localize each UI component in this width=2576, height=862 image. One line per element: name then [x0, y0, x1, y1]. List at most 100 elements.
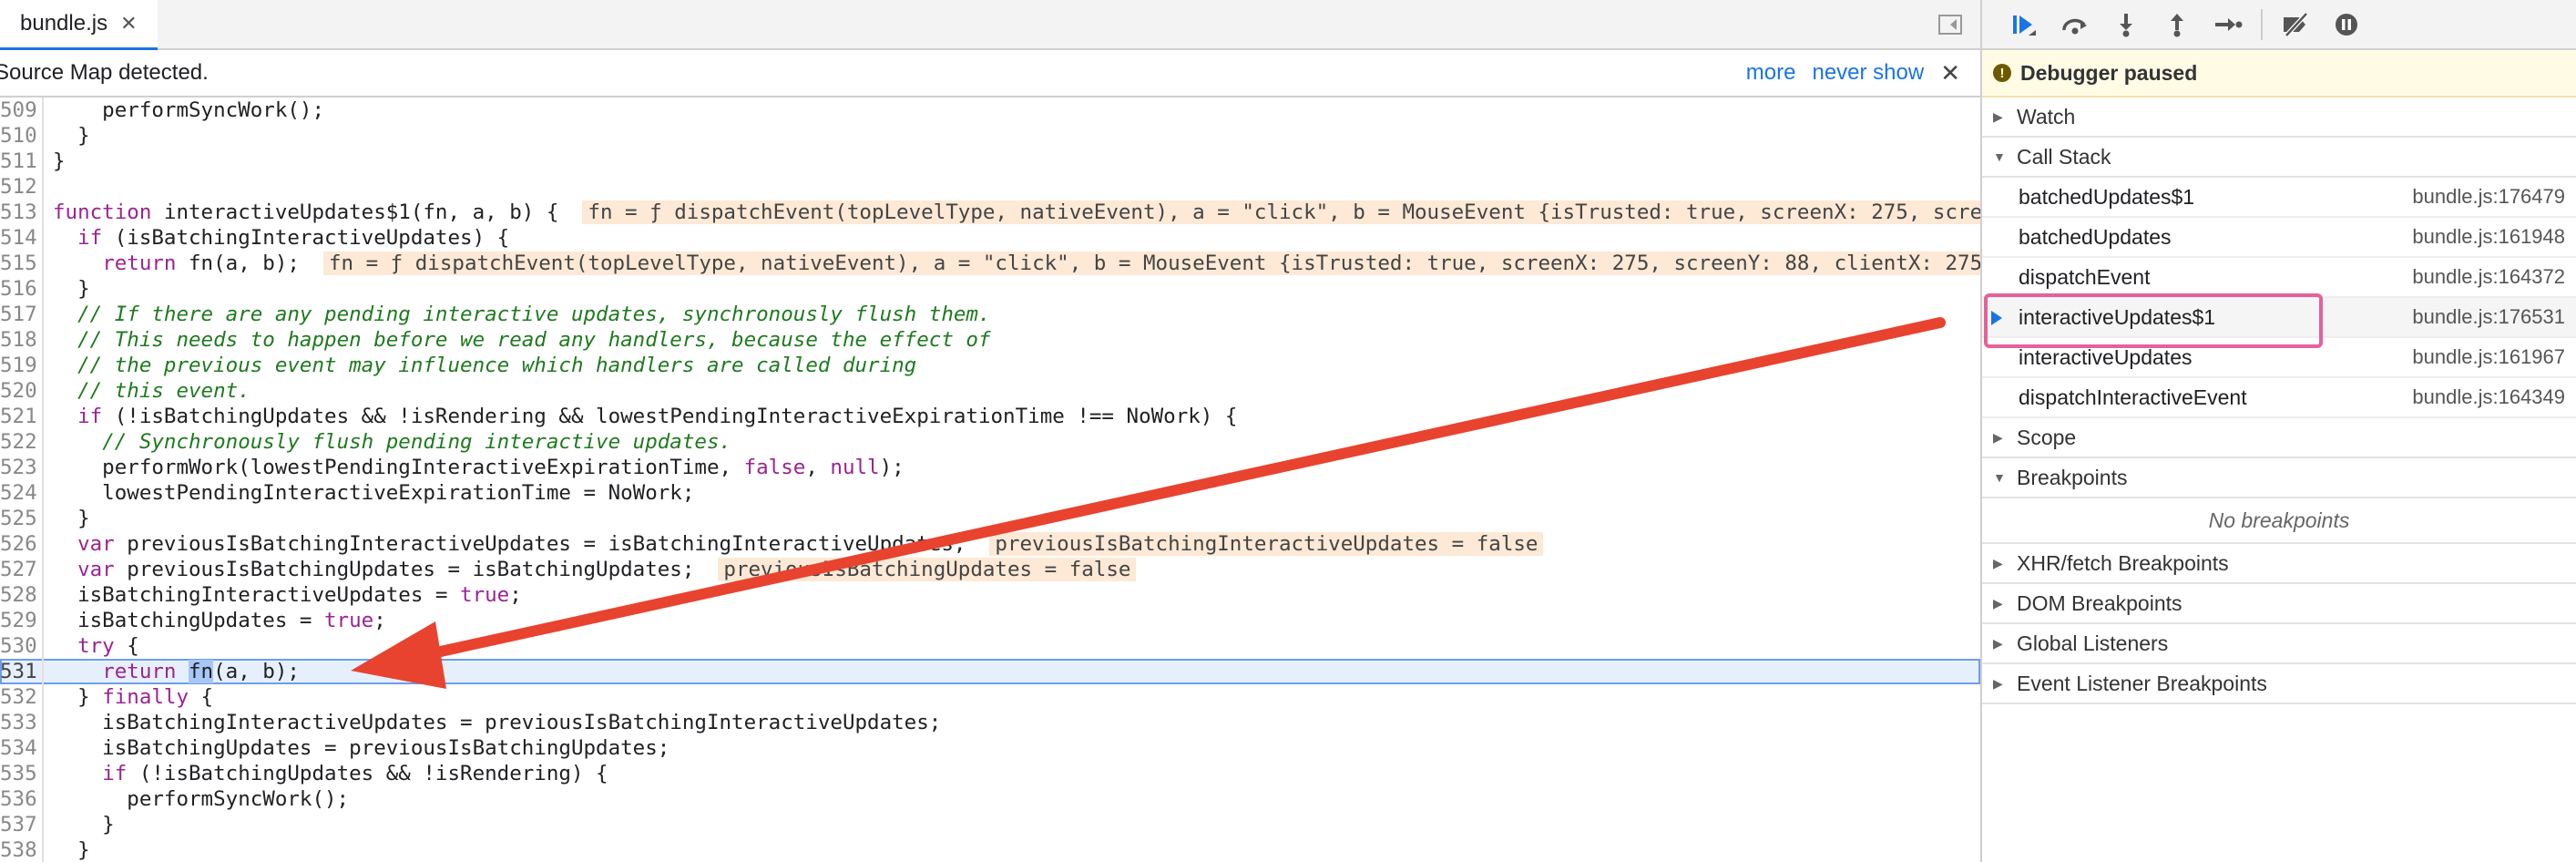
line-number[interactable]: 513: [0, 200, 37, 225]
event-listener-breakpoints-header[interactable]: ▶ Event Listener Breakpoints: [1982, 664, 2576, 704]
line-number[interactable]: 530: [0, 633, 37, 659]
line-number[interactable]: 523: [0, 455, 37, 480]
line-number[interactable]: 524: [0, 480, 37, 506]
step-icon[interactable]: [2203, 6, 2254, 43]
expanded-triangle-icon: ▼: [1993, 149, 2006, 164]
line-number[interactable]: 516: [0, 276, 37, 302]
frame-location-link[interactable]: bundle.js:161948: [2412, 225, 2565, 249]
code-line[interactable]: 524 lowestPendingInteractiveExpirationTi…: [0, 480, 1980, 506]
code-line[interactable]: 536 performSyncWork();: [0, 786, 1980, 812]
call-frame[interactable]: batchedUpdates bundle.js:161948: [1982, 218, 2576, 258]
code-view[interactable]: 509 performSyncWork(); 510 } 511} 512 513 fun…: [0, 97, 1980, 862]
more-link[interactable]: more: [1746, 60, 1796, 86]
line-number[interactable]: 525: [0, 506, 37, 531]
code-line[interactable]: 535 if (!isBatchingUpdates && !isRenderi…: [0, 761, 1980, 786]
code-text: }: [53, 124, 90, 148]
line-number[interactable]: 537: [0, 812, 37, 837]
code-line[interactable]: 509 performSyncWork();: [0, 97, 1980, 123]
line-number[interactable]: 521: [0, 404, 37, 429]
never-show-link[interactable]: never show: [1812, 60, 1924, 86]
scope-header[interactable]: ▶ Scope: [1982, 418, 2576, 458]
code-line[interactable]: 525 }: [0, 506, 1980, 531]
line-number[interactable]: 527: [0, 557, 37, 582]
line-number[interactable]: 538: [0, 837, 37, 862]
paused-label: Debugger paused: [2020, 60, 2198, 85]
line-number[interactable]: 514: [0, 225, 37, 251]
frame-location-link[interactable]: bundle.js:176479: [2412, 185, 2565, 209]
code-line[interactable]: 510 }: [0, 123, 1980, 149]
line-number[interactable]: 512: [0, 174, 37, 200]
line-number[interactable]: 533: [0, 710, 37, 735]
code-line[interactable]: 512: [0, 174, 1980, 200]
call-frame[interactable]: interactiveUpdates bundle.js:161967: [1982, 338, 2576, 378]
toggle-navigator-icon[interactable]: [1938, 15, 1962, 35]
code-line[interactable]: 523 performWork(lowestPendingInteractive…: [0, 455, 1980, 480]
frame-location-link[interactable]: bundle.js:176531: [2412, 305, 2565, 329]
tab-close-icon[interactable]: ✕: [120, 12, 137, 36]
code-line[interactable]: 515 return fn(a, b); fn = ƒ dispatchEvent…: [0, 251, 1980, 276]
line-number[interactable]: 536: [0, 786, 37, 812]
code-line[interactable]: 533 isBatchingInteractiveUpdates = previ…: [0, 710, 1980, 735]
code-line[interactable]: 517 // If there are any pending interact…: [0, 302, 1980, 327]
code-line[interactable]: 520 // this event.: [0, 378, 1980, 404]
tab-bundle-js[interactable]: bundle.js ✕: [0, 0, 158, 50]
line-number[interactable]: 519: [0, 353, 37, 378]
line-number[interactable]: 534: [0, 735, 37, 761]
code-line[interactable]: 521 if (!isBatchingUpdates && !isRenderi…: [0, 404, 1980, 429]
code-line[interactable]: 516 }: [0, 276, 1980, 302]
xhr-breakpoints-header[interactable]: ▶ XHR/fetch Breakpoints: [1982, 544, 2576, 584]
line-number[interactable]: 531: [0, 659, 37, 684]
step-out-icon[interactable]: [2152, 6, 2203, 43]
line-number[interactable]: 526: [0, 531, 37, 557]
line-number[interactable]: 522: [0, 429, 37, 455]
call-frame[interactable]: dispatchInteractiveEvent bundle.js:164349: [1982, 378, 2576, 418]
frame-location-link[interactable]: bundle.js:161967: [2412, 345, 2565, 369]
code-line[interactable]: 527 var previousIsBatchingUpdates = isBa…: [0, 557, 1980, 582]
code-line[interactable]: 534 isBatchingUpdates = previousIsBatchi…: [0, 735, 1980, 761]
call-frame[interactable]: batchedUpdates$1 bundle.js:176479: [1982, 178, 2576, 218]
deactivate-breakpoints-icon[interactable]: [2270, 6, 2321, 43]
line-number[interactable]: 509: [0, 97, 37, 123]
line-number[interactable]: 518: [0, 327, 37, 353]
line-number[interactable]: 520: [0, 378, 37, 404]
code-line[interactable]: 519 // the previous event may influence …: [0, 353, 1980, 378]
frame-location-link[interactable]: bundle.js:164372: [2412, 265, 2565, 289]
call-frame[interactable]: interactiveUpdates$1 bundle.js:176531: [1982, 298, 2576, 338]
line-number[interactable]: 510: [0, 123, 37, 149]
inline-variable-values: fn = ƒ dispatchEvent(topLevelType, nativ…: [582, 200, 1980, 224]
code-line[interactable]: 532 } finally {: [0, 684, 1980, 710]
frame-location-link[interactable]: bundle.js:164349: [2412, 385, 2565, 409]
watch-header[interactable]: ▶ Watch: [1982, 97, 2576, 138]
line-number[interactable]: 515: [0, 251, 37, 276]
code-line[interactable]: 538 }: [0, 837, 1980, 862]
infobar-close-icon[interactable]: ✕: [1940, 59, 1960, 87]
code-line[interactable]: 518 // This needs to happen before we re…: [0, 327, 1980, 353]
step-into-icon[interactable]: [2101, 6, 2152, 43]
call-frame[interactable]: dispatchEvent bundle.js:164372: [1982, 258, 2576, 298]
line-number[interactable]: 532: [0, 684, 37, 710]
breakpoints-header[interactable]: ▼ Breakpoints: [1982, 458, 2576, 498]
code-line[interactable]: 513 function interactiveUpdates$1(fn, a, …: [0, 200, 1980, 225]
pause-exceptions-icon[interactable]: [2321, 6, 2372, 43]
line-number[interactable]: 517: [0, 302, 37, 327]
line-number[interactable]: 529: [0, 608, 37, 633]
code-line[interactable]: 529 isBatchingUpdates = true;: [0, 608, 1980, 633]
global-listeners-header[interactable]: ▶ Global Listeners: [1982, 624, 2576, 664]
line-number[interactable]: 511: [0, 149, 37, 174]
resume-icon[interactable]: [1998, 6, 2050, 43]
line-number[interactable]: 528: [0, 582, 37, 608]
call-stack-header[interactable]: ▼ Call Stack: [1982, 138, 2576, 178]
code-line[interactable]: 526 var previousIsBatchingInteractiveUpd…: [0, 531, 1980, 557]
code-line[interactable]: 530 try {: [0, 633, 1980, 659]
code-line[interactable]: 514 if (isBatchingInteractiveUpdates) {: [0, 225, 1980, 251]
code-line[interactable]: 522 // Synchronously flush pending inter…: [0, 429, 1980, 455]
execution-line[interactable]: 531 return fn(a, b);: [0, 659, 1980, 684]
step-over-icon[interactable]: [2050, 6, 2101, 43]
dom-breakpoints-header[interactable]: ▶ DOM Breakpoints: [1982, 584, 2576, 624]
code-line[interactable]: 537 }: [0, 812, 1980, 837]
current-frame-arrow-icon: [1991, 311, 2002, 325]
inline-variable-values: previousIsBatchingInteractiveUpdates = f…: [989, 532, 1544, 556]
line-number[interactable]: 535: [0, 761, 37, 786]
code-line[interactable]: 511}: [0, 149, 1980, 174]
code-line[interactable]: 528 isBatchingInteractiveUpdates = true;: [0, 582, 1980, 608]
